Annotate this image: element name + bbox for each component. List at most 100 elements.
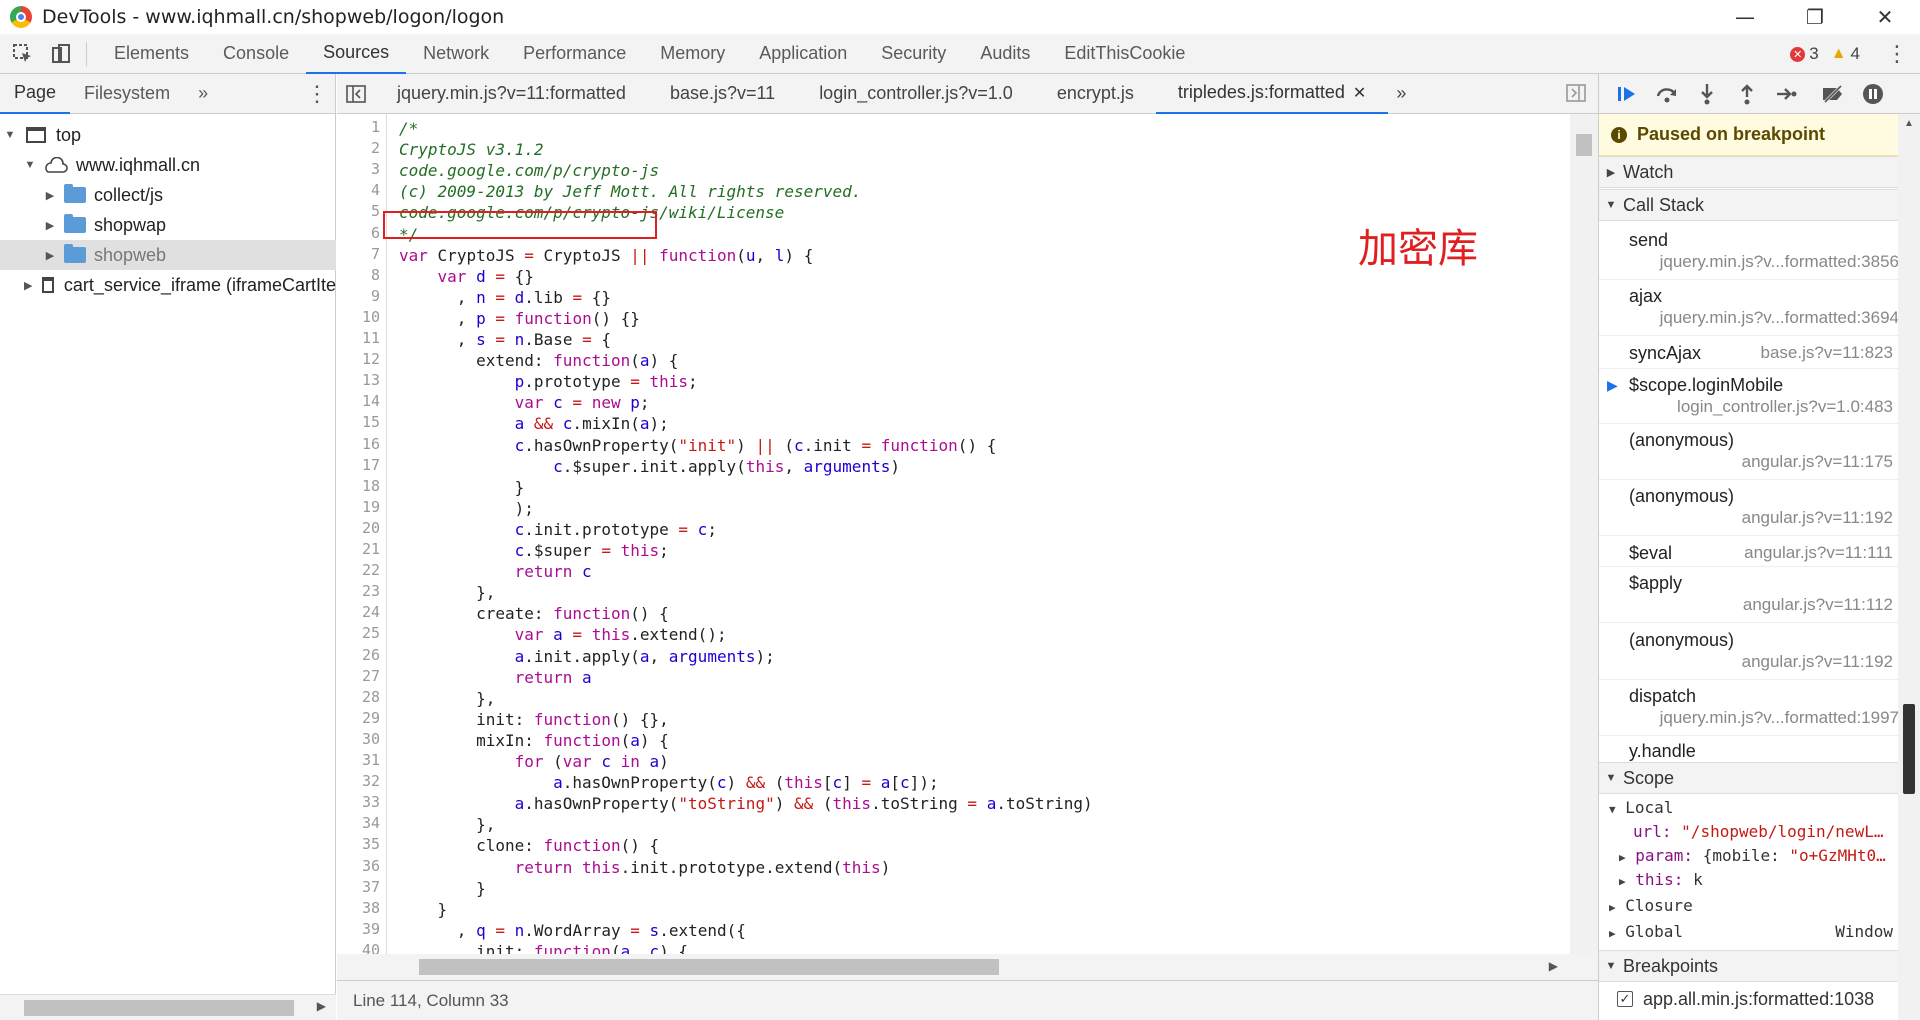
inspect-element-icon[interactable] xyxy=(8,39,38,69)
line-number[interactable]: 30 xyxy=(336,730,380,748)
line-number[interactable]: 29 xyxy=(336,709,380,727)
line-number[interactable]: 7 xyxy=(336,245,380,263)
device-toolbar-icon[interactable] xyxy=(46,39,76,69)
code-line[interactable]: ); xyxy=(399,498,534,519)
line-number[interactable]: 18 xyxy=(336,477,380,495)
debugger-vscrollbar[interactable]: ▲ xyxy=(1898,114,1920,1020)
call-frame[interactable]: (anonymous) angular.js?v=11:192 xyxy=(1599,624,1899,680)
tab-security[interactable]: Security xyxy=(864,34,963,74)
code-line[interactable]: for (var c in a) xyxy=(399,751,669,772)
code-line[interactable]: create: function() { xyxy=(399,603,669,624)
scope-this[interactable]: ▶ this: k xyxy=(1619,870,1899,894)
step-icon[interactable] xyxy=(1767,78,1807,110)
line-number[interactable]: 15 xyxy=(336,413,380,431)
code-line[interactable]: return c xyxy=(399,561,592,582)
scope-local[interactable]: ▼ Local xyxy=(1609,798,1909,822)
line-number[interactable]: 32 xyxy=(336,772,380,790)
code-line[interactable]: c.$super = this; xyxy=(399,540,669,561)
minimize-button[interactable]: — xyxy=(1710,0,1780,34)
resume-icon[interactable] xyxy=(1607,78,1647,110)
code-line[interactable]: } xyxy=(399,899,448,920)
code-line[interactable]: (c) 2009-2013 by Jeff Mott. All rights r… xyxy=(399,181,861,202)
step-out-icon[interactable] xyxy=(1727,78,1767,110)
code-line[interactable]: } xyxy=(399,477,525,498)
code-line[interactable]: a && c.mixIn(a); xyxy=(399,413,669,434)
scroll-thumb[interactable] xyxy=(1576,134,1592,156)
code-line[interactable]: var d = {} xyxy=(399,266,534,287)
call-frame[interactable]: $apply angular.js?v=11:112 xyxy=(1599,567,1899,623)
step-over-icon[interactable] xyxy=(1647,78,1687,110)
line-number[interactable]: 9 xyxy=(336,287,380,305)
code-line[interactable]: } xyxy=(399,878,486,899)
line-number[interactable]: 10 xyxy=(336,308,380,326)
line-number[interactable]: 22 xyxy=(336,561,380,579)
editor-hscrollbar[interactable]: ▶ xyxy=(337,954,1598,980)
scope-param[interactable]: ▶ param: {mobile: "o+GzMHt0… xyxy=(1619,846,1899,870)
editor-tab-jquery[interactable]: jquery.min.js?v=11:formatted xyxy=(375,74,648,114)
code-line[interactable]: /* xyxy=(399,118,418,139)
line-number[interactable]: 23 xyxy=(336,582,380,600)
call-frame[interactable]: $eval angular.js?v=11:111 xyxy=(1599,537,1899,567)
line-number[interactable]: 27 xyxy=(336,667,380,685)
code-line[interactable]: a.hasOwnProperty(c) && (this[c] = a[c]); xyxy=(399,772,938,793)
tab-performance[interactable]: Performance xyxy=(506,34,643,74)
step-into-icon[interactable] xyxy=(1687,78,1727,110)
scope-global[interactable]: ▶ Global Window xyxy=(1609,922,1899,946)
code-line[interactable]: return this.init.prototype.extend(this) xyxy=(399,857,891,878)
breakpoint-item[interactable]: ✓ app.all.min.js:formatted:1038 xyxy=(1599,984,1899,1014)
issue-counters[interactable]: ✕ 3 ▲ 4 xyxy=(1790,34,1860,74)
scroll-thumb[interactable] xyxy=(419,959,999,975)
tab-sources[interactable]: Sources xyxy=(306,34,407,74)
line-number[interactable]: 20 xyxy=(336,519,380,537)
call-frame[interactable]: send jquery.min.js?v...formatted:3856 xyxy=(1599,224,1899,280)
more-tabs-icon[interactable]: » xyxy=(1388,74,1414,114)
code-line[interactable]: }, xyxy=(399,688,495,709)
maximize-button[interactable]: ❐ xyxy=(1780,0,1850,34)
line-number[interactable]: 5 xyxy=(336,202,380,220)
close-tab-icon[interactable]: ✕ xyxy=(1353,83,1366,103)
code-line[interactable]: , q = n.WordArray = s.extend({ xyxy=(399,920,746,941)
code-line[interactable]: CryptoJS v3.1.2 xyxy=(399,139,544,160)
line-number[interactable]: 11 xyxy=(336,329,380,347)
code-line[interactable]: code.google.com/p/crypto-js xyxy=(399,160,659,181)
more-options-icon[interactable]: ⋮ xyxy=(1886,34,1908,74)
tab-console[interactable]: Console xyxy=(206,34,306,74)
line-number[interactable]: 19 xyxy=(336,498,380,516)
line-number[interactable]: 6 xyxy=(336,224,380,242)
editor-vscrollbar[interactable]: ▼ xyxy=(1570,114,1598,980)
line-number[interactable]: 25 xyxy=(336,624,380,642)
navigator-menu-icon[interactable]: ⋮ xyxy=(306,81,328,107)
line-number[interactable]: 38 xyxy=(336,899,380,917)
code-line[interactable]: c.init.prototype = c; xyxy=(399,519,717,540)
line-number[interactable]: 39 xyxy=(336,920,380,938)
tab-filesystem[interactable]: Filesystem xyxy=(70,74,184,114)
tree-item-collect-js[interactable]: ▶ collect/js xyxy=(0,180,336,210)
tree-item-top[interactable]: ▼ top xyxy=(0,120,336,150)
section-watch[interactable]: ▶ Watch xyxy=(1599,156,1899,188)
call-frame[interactable]: dispatch jquery.min.js?v...formatted:1997 xyxy=(1599,680,1899,736)
line-number[interactable]: 4 xyxy=(336,181,380,199)
line-number[interactable]: 34 xyxy=(336,814,380,832)
scroll-up-icon[interactable]: ▲ xyxy=(1904,118,1914,129)
breakpoint-checkbox[interactable]: ✓ xyxy=(1617,991,1633,1007)
navigator-hscrollbar[interactable]: ▶ xyxy=(0,994,336,1020)
editor-tab-encrypt[interactable]: encrypt.js xyxy=(1035,74,1156,114)
code-line[interactable]: clone: function() { xyxy=(399,835,659,856)
line-number[interactable]: 14 xyxy=(336,392,380,410)
line-number[interactable]: 16 xyxy=(336,435,380,453)
line-number[interactable]: 13 xyxy=(336,371,380,389)
code-line[interactable]: c.$super.init.apply(this, arguments) xyxy=(399,456,900,477)
toggle-navigator-icon[interactable] xyxy=(337,84,375,103)
line-number[interactable]: 36 xyxy=(336,857,380,875)
code-line[interactable]: return a xyxy=(399,667,592,688)
code-line[interactable]: a.hasOwnProperty("toString") && (this.to… xyxy=(399,793,1093,814)
tab-editthiscookie[interactable]: EditThisCookie xyxy=(1047,34,1202,74)
call-frame[interactable]: syncAjax base.js?v=11:823 xyxy=(1599,337,1899,369)
close-window-button[interactable]: ✕ xyxy=(1850,0,1920,34)
line-number[interactable]: 8 xyxy=(336,266,380,284)
code-line[interactable]: , n = d.lib = {} xyxy=(399,287,611,308)
line-number[interactable]: 21 xyxy=(336,540,380,558)
line-number[interactable]: 26 xyxy=(336,646,380,664)
code-line[interactable]: init: function() {}, xyxy=(399,709,669,730)
tab-memory[interactable]: Memory xyxy=(643,34,742,74)
